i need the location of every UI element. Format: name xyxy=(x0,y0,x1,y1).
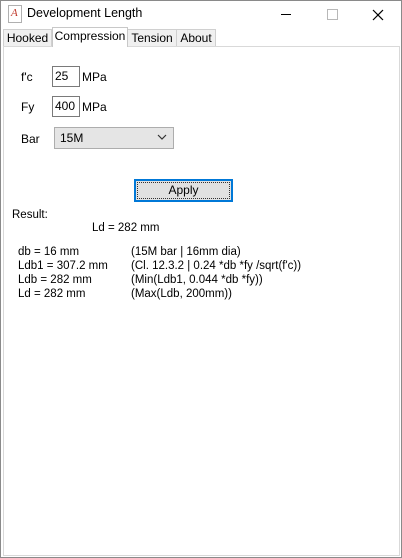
tab-hooked[interactable]: Hooked xyxy=(3,29,52,47)
maximize-button[interactable] xyxy=(309,1,355,28)
focus-rect xyxy=(137,182,230,199)
fy-input[interactable]: 400 xyxy=(52,96,80,117)
title-bar[interactable]: A Development Length xyxy=(1,1,401,28)
window-title: Development Length xyxy=(27,6,143,20)
fc-label: f'c xyxy=(21,70,33,84)
fy-label: Fy xyxy=(21,100,35,114)
result-heading: Result: xyxy=(12,209,48,221)
fy-unit: MPa xyxy=(82,100,107,114)
bar-select[interactable]: 15M xyxy=(54,127,174,149)
result-summary: Ld = 282 mm xyxy=(92,222,160,234)
main-window: A Development Length Hooked Compression … xyxy=(0,0,402,558)
chevron-down-icon xyxy=(157,134,167,140)
result-row-left: db = 16 mm xyxy=(18,246,80,258)
tab-strip: Hooked Compression Tension About xyxy=(3,27,399,47)
result-row-right: (Cl. 12.3.2 | 0.24 *db *fy /sqrt(f'c)) xyxy=(131,260,302,272)
result-row-right: (15M bar | 16mm dia) xyxy=(131,246,241,258)
tab-tension[interactable]: Tension xyxy=(127,29,177,47)
bar-select-value: 15M xyxy=(60,131,84,145)
app-icon-letter: A xyxy=(11,7,18,19)
close-button[interactable] xyxy=(355,1,401,28)
fc-unit: MPa xyxy=(82,70,107,84)
bar-label: Bar xyxy=(21,132,40,146)
result-row-left: Ldb = 282 mm xyxy=(18,274,92,286)
tab-compression[interactable]: Compression xyxy=(52,27,128,47)
result-row-left: Ld = 282 mm xyxy=(18,288,86,300)
compression-panel: f'c 25 MPa Fy 400 MPa Bar 15M Apply Resu… xyxy=(3,46,400,556)
result-row-left: Ldb1 = 307.2 mm xyxy=(18,260,108,272)
maximize-icon xyxy=(327,9,338,20)
fc-input[interactable]: 25 xyxy=(52,66,80,87)
result-row-right: (Min(Ldb1, 0.044 *db *fy)) xyxy=(131,274,263,286)
result-row-right: (Max(Ldb, 200mm)) xyxy=(131,288,232,300)
minimize-icon xyxy=(281,14,291,15)
apply-button[interactable]: Apply xyxy=(134,179,233,202)
app-icon: A xyxy=(8,5,22,23)
minimize-button[interactable] xyxy=(263,1,309,28)
tab-about[interactable]: About xyxy=(176,29,216,47)
close-icon xyxy=(372,9,384,21)
